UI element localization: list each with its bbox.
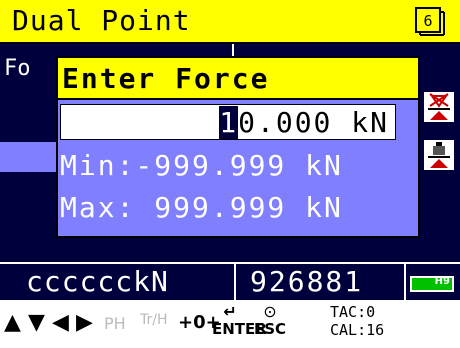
page-icon[interactable]: 6 [414, 6, 446, 36]
cal-counter: CAL:16 [330, 321, 385, 339]
enter-force-dialog: Enter Force 10.000 kN Min:-999.999 kN Ma… [56, 56, 420, 238]
screen-title: Dual Point [12, 4, 191, 37]
battery-label: H9 [434, 276, 450, 287]
edit-cursor-digit: 1 [219, 106, 239, 139]
dialog-title-bar: Enter Force [58, 58, 418, 100]
title-bar: Dual Point 6 [0, 0, 460, 44]
tac-counter: TAC:0 [330, 303, 376, 321]
down-arrow-key[interactable]: ▼ [28, 310, 45, 335]
disabled-threshold-icon[interactable] [424, 92, 454, 122]
force-value-digits: 0.000 [238, 106, 333, 139]
device-screen: Dual Point 6 Fo Enter Force 10.000 kN Mi… [0, 0, 460, 348]
force-value-text: 10.000 kN [219, 106, 389, 139]
battery-icon: H9 [410, 276, 454, 292]
background-label: Fo [4, 56, 31, 81]
page-number: 6 [423, 12, 432, 30]
status-divider [234, 264, 236, 300]
esc-key-label: ESC [254, 320, 287, 338]
enter-key[interactable]: ↵ ENTER [212, 302, 267, 339]
key-bar: ▲ ▼ ◀ ▶ PH Tr/H +0+ ↵ ENTER ⊙ ESC TAC:0 … [0, 300, 460, 348]
dialog-title: Enter Force [62, 62, 270, 95]
up-arrow-key[interactable]: ▲ [4, 310, 21, 335]
status-count-text: 926881 [250, 265, 364, 298]
highlighted-row[interactable] [0, 142, 56, 172]
status-left-text: cccccckN [26, 265, 169, 298]
peak-hold-key[interactable]: PH [104, 314, 126, 333]
right-arrow-key[interactable]: ▶ [76, 310, 93, 335]
force-value-unit: kN [351, 106, 389, 139]
status-divider-2 [404, 264, 406, 300]
max-limit-text: Max: 999.999 kN [60, 191, 343, 224]
left-arrow-key[interactable]: ◀ [52, 310, 69, 335]
min-limit-text: Min:-999.999 kN [60, 149, 343, 182]
enter-arrow-icon: ↵ [223, 302, 237, 321]
esc-circle-icon: ⊙ [263, 302, 277, 321]
force-value-input[interactable]: 10.000 kN [60, 104, 396, 140]
status-row: cccccckN 926881 H9 [0, 262, 460, 300]
weight-threshold-icon[interactable] [424, 140, 454, 170]
esc-key[interactable]: ⊙ ESC [254, 302, 287, 339]
enter-key-label: ENTER [212, 320, 267, 338]
track-hold-key[interactable]: Tr/H [140, 312, 168, 328]
